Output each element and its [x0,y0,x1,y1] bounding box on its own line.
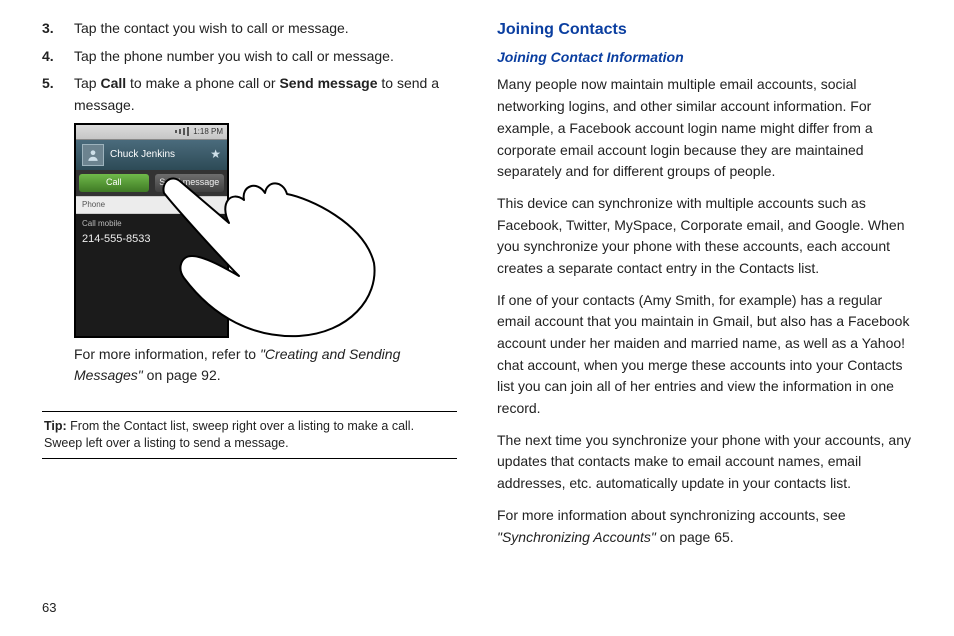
t: to make a phone call or [126,75,279,91]
paragraph: This device can synchronize with multipl… [497,193,912,280]
list-number: 3. [42,18,74,40]
tip-box: Tip: From the Contact list, sweep right … [42,411,457,459]
avatar-icon [82,144,104,166]
t: Tap [74,75,100,91]
favorite-star-icon: ★ [210,145,221,164]
list-item: 3. Tap the contact you wish to call or m… [42,18,457,40]
signal-icon [175,127,189,136]
page-number: 63 [42,598,56,618]
list-text: Tap the phone number you wish to call or… [74,46,457,68]
t: on page 92. [143,367,221,383]
manual-page: 3. Tap the contact you wish to call or m… [0,0,954,636]
phone-illustration: 1:18 PM Chuck Jenkins ★ Call Send messag… [74,123,374,338]
paragraph: If one of your contacts (Amy Smith, for … [497,290,912,420]
paragraph: Many people now maintain multiple email … [497,74,912,182]
tip-text: From the Contact list, sweep right over … [44,419,414,450]
paragraph: The next time you synchronize your phone… [497,430,912,495]
hand-pointer-icon [159,168,379,343]
list-number: 4. [42,46,74,68]
instruction-list: 3. Tap the contact you wish to call or m… [42,18,457,117]
call-button[interactable]: Call [79,174,149,192]
status-bar: 1:18 PM [76,125,227,140]
subheading-joining-contact-information: Joining Contact Information [497,47,912,69]
list-text: Tap the contact you wish to call or mess… [74,18,457,40]
right-column: Joining Contacts Joining Contact Informa… [497,18,912,618]
cross-reference: For more information, refer to "Creating… [74,344,457,387]
list-item: 5. Tap Call to make a phone call or Send… [42,73,457,116]
paragraph-reference: For more information about synchronizing… [497,505,912,548]
list-text: Tap Call to make a phone call or Send me… [74,73,457,116]
t: on page 65. [656,529,734,545]
list-number: 5. [42,73,74,116]
bold-call: Call [100,75,126,91]
t: For more information, refer to [74,346,260,362]
list-item: 4. Tap the phone number you wish to call… [42,46,457,68]
t: For more information about synchronizing… [497,507,846,523]
bold-send-message: Send message [279,75,377,91]
tip-label: Tip: [44,419,70,433]
reference-title: "Synchronizing Accounts" [497,529,656,545]
contact-name: Chuck Jenkins [110,147,175,163]
heading-joining-contacts: Joining Contacts [497,18,912,43]
clock-text: 1:18 PM [193,126,223,138]
left-column: 3. Tap the contact you wish to call or m… [42,18,457,618]
contact-header: Chuck Jenkins ★ [76,140,227,170]
